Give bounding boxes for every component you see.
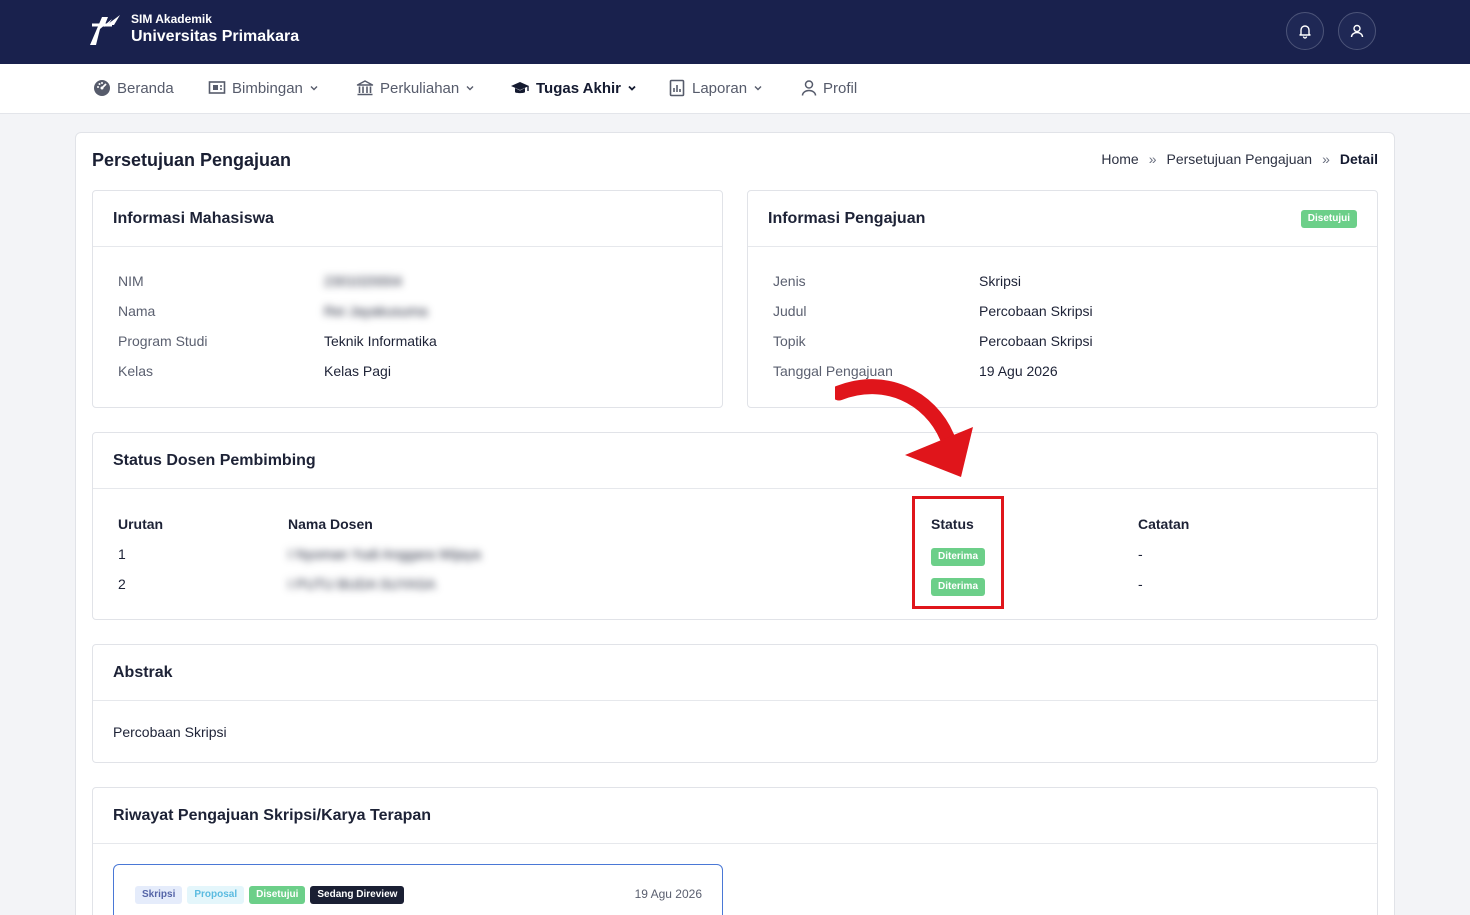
profile-button[interactable] bbox=[1338, 12, 1376, 50]
user-icon bbox=[801, 80, 817, 96]
nav-item-tugas-akhir[interactable]: Tugas Akhir bbox=[510, 79, 637, 97]
field-label-topik: Topik bbox=[773, 333, 806, 349]
app-subtitle: SIM Akademik bbox=[131, 12, 212, 26]
panel-title: Informasi Mahasiswa bbox=[93, 191, 722, 247]
column-header-nama-dosen: Nama Dosen bbox=[288, 516, 373, 532]
field-value-nama: Rei Jayakusuma bbox=[324, 303, 428, 319]
field-value-topik: Percobaan Skripsi bbox=[979, 333, 1093, 349]
breadcrumb-current: Detail bbox=[1339, 151, 1378, 167]
cell-urutan: 2 bbox=[118, 576, 126, 592]
riwayat-badges: Skripsi Proposal Disetujui Sedang Direvi… bbox=[135, 886, 405, 904]
cell-catatan: - bbox=[1138, 576, 1143, 592]
nav-item-laporan[interactable]: Laporan bbox=[668, 79, 763, 97]
chevron-down-icon bbox=[466, 86, 474, 91]
field-label-nama: Nama bbox=[118, 303, 156, 319]
panel-title: Riwayat Pengajuan Skripsi/Karya Terapan bbox=[93, 788, 1377, 844]
field-label-prodi: Program Studi bbox=[118, 333, 208, 349]
field-value-judul: Percobaan Skripsi bbox=[979, 303, 1093, 319]
nav-label: Bimbingan bbox=[232, 79, 303, 97]
breadcrumb-separator: » bbox=[1322, 151, 1330, 167]
field-value-tanggal: 19 Agu 2026 bbox=[979, 363, 1058, 379]
graduation-cap-icon bbox=[511, 82, 529, 94]
field-label-kelas: Kelas bbox=[118, 363, 154, 379]
field-label-jenis: Jenis bbox=[773, 273, 806, 289]
nav-label: Perkuliahan bbox=[380, 79, 460, 97]
nav-item-bimbingan[interactable]: Bimbingan bbox=[208, 79, 319, 97]
board-icon bbox=[208, 81, 226, 94]
page-title: Persetujuan Pengajuan bbox=[92, 150, 292, 170]
field-value-nim: 2301020004 bbox=[324, 273, 402, 289]
logo-icon[interactable] bbox=[86, 11, 124, 49]
breadcrumb-separator: » bbox=[1148, 151, 1157, 167]
cell-urutan: 1 bbox=[118, 546, 126, 562]
panel-title: Abstrak bbox=[93, 645, 1377, 701]
nav-item-beranda[interactable]: Beranda bbox=[93, 79, 174, 97]
field-value-kelas: Kelas Pagi bbox=[324, 363, 391, 379]
highlight-box bbox=[912, 496, 1004, 609]
panel-informasi-mahasiswa: Informasi Mahasiswa bbox=[92, 190, 723, 408]
panel-abstrak: Abstrak Percobaan Skripsi bbox=[92, 644, 1378, 763]
nav-label: Tugas Akhir bbox=[536, 79, 622, 97]
abstrak-text: Percobaan Skripsi bbox=[113, 724, 227, 740]
dashboard-icon bbox=[94, 80, 110, 96]
main-nav: Beranda Bimbingan Perkuliahan Tugas Akhi… bbox=[0, 64, 1470, 114]
riwayat-date: 19 Agu 2026 bbox=[634, 887, 702, 901]
field-value-jenis: Skripsi bbox=[979, 273, 1022, 289]
badge-tahap: Proposal bbox=[187, 886, 245, 904]
chevron-down-icon bbox=[754, 86, 762, 91]
nav-label: Profil bbox=[823, 79, 858, 97]
field-value-prodi: Teknik Informatika bbox=[324, 333, 437, 349]
app-title: Universitas Primakara bbox=[131, 28, 300, 45]
badge-jenis: Skripsi bbox=[135, 886, 183, 904]
annotation-arrow-icon bbox=[835, 379, 973, 477]
bell-icon bbox=[1299, 25, 1311, 39]
badge-status: Disetujui bbox=[249, 886, 306, 904]
column-header-catatan: Catatan bbox=[1138, 516, 1190, 532]
status-badge: Disetujui bbox=[1300, 210, 1357, 228]
user-icon bbox=[1350, 24, 1364, 38]
panel-title: Status Dosen Pembimbing bbox=[93, 433, 1377, 489]
panel-title-text: Informasi Pengajuan bbox=[768, 210, 926, 227]
cell-nama-dosen: I PUTU BUDA SUYASA bbox=[288, 576, 436, 592]
cell-nama-dosen: I Nyoman Yudi Anggara Wijaya bbox=[288, 546, 481, 562]
breadcrumb: Home » Persetujuan Pengajuan » Detail bbox=[1101, 151, 1378, 167]
breadcrumb-home[interactable]: Home bbox=[1101, 151, 1138, 167]
column-header-urutan: Urutan bbox=[118, 516, 164, 532]
nav-item-profil[interactable]: Profil bbox=[801, 79, 857, 97]
chevron-down-icon bbox=[310, 86, 318, 91]
panel-title: Informasi Pengajuan Disetujui bbox=[748, 191, 1377, 247]
field-label-judul: Judul bbox=[773, 303, 807, 319]
cell-catatan: - bbox=[1138, 546, 1143, 562]
field-label-nim: NIM bbox=[118, 273, 144, 289]
nav-label: Beranda bbox=[117, 79, 174, 97]
notification-button[interactable] bbox=[1286, 12, 1324, 50]
building-icon bbox=[356, 80, 374, 96]
top-bar: SIM Akademik Universitas Primakara bbox=[0, 0, 1470, 64]
report-icon bbox=[669, 79, 685, 97]
badge-review: Sedang Direview bbox=[310, 886, 405, 904]
chevron-down-icon bbox=[628, 85, 636, 91]
breadcrumb-persetujuan[interactable]: Persetujuan Pengajuan bbox=[1167, 151, 1313, 167]
nav-item-perkuliahan[interactable]: Perkuliahan bbox=[356, 79, 475, 97]
riwayat-item[interactable]: Skripsi Proposal Disetujui Sedang Direvi… bbox=[113, 864, 723, 915]
nav-label: Laporan bbox=[692, 79, 748, 97]
